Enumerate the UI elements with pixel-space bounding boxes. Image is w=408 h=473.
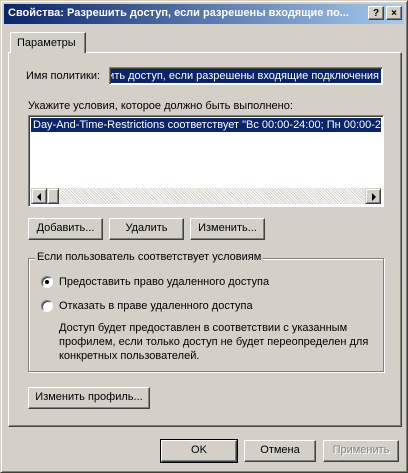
arrow-left-icon (37, 193, 41, 201)
close-button[interactable]: × (386, 6, 402, 20)
access-group-legend: Если пользователь соответствует условиям (35, 251, 264, 263)
access-note: Доступ будет предоставлен в соответствии… (59, 322, 369, 362)
apply-button[interactable]: Применить (323, 440, 399, 462)
deny-access-radio[interactable] (41, 300, 53, 312)
title-bar[interactable]: Свойства: Разрешить доступ, если разреше… (4, 4, 404, 24)
scroll-thumb[interactable] (47, 188, 59, 204)
remove-condition-button[interactable]: Удалить (109, 218, 184, 240)
add-condition-button[interactable]: Добавить... (28, 218, 103, 240)
radio-selected-dot (45, 280, 49, 284)
edit-condition-button[interactable]: Изменить... (190, 218, 265, 240)
scroll-right-button[interactable] (365, 188, 381, 204)
policy-name-value: ить доступ, если разрешены входящие подк… (111, 70, 379, 82)
cancel-button[interactable]: Отмена (244, 440, 316, 462)
scroll-left-button[interactable] (31, 188, 47, 204)
conditions-label: Укажите условия, которое должно быть вып… (28, 100, 293, 112)
conditions-list[interactable]: Day-And-Time-Restrictions соответствует … (28, 115, 384, 207)
policy-name-input[interactable]: ить доступ, если разрешены входящие подк… (109, 67, 383, 85)
tab-parameters[interactable]: Параметры (10, 32, 86, 53)
grant-access-radio[interactable] (41, 276, 53, 288)
grant-access-label[interactable]: Предоставить право удаленного доступа (59, 276, 269, 288)
help-button[interactable]: ? (368, 6, 384, 20)
arrow-right-icon (372, 193, 376, 201)
window-title: Свойства: Разрешить доступ, если разреше… (8, 7, 349, 19)
ok-button[interactable]: OK (160, 439, 238, 463)
deny-access-label[interactable]: Отказать в праве удаленного доступа (59, 300, 253, 312)
policy-name-label: Имя политики: (26, 70, 101, 82)
edit-profile-button[interactable]: Изменить профиль... (28, 387, 150, 409)
condition-item[interactable]: Day-And-Time-Restrictions соответствует … (31, 118, 381, 132)
properties-dialog: Свойства: Разрешить доступ, если разреше… (0, 0, 408, 473)
horizontal-scrollbar[interactable] (31, 188, 381, 204)
